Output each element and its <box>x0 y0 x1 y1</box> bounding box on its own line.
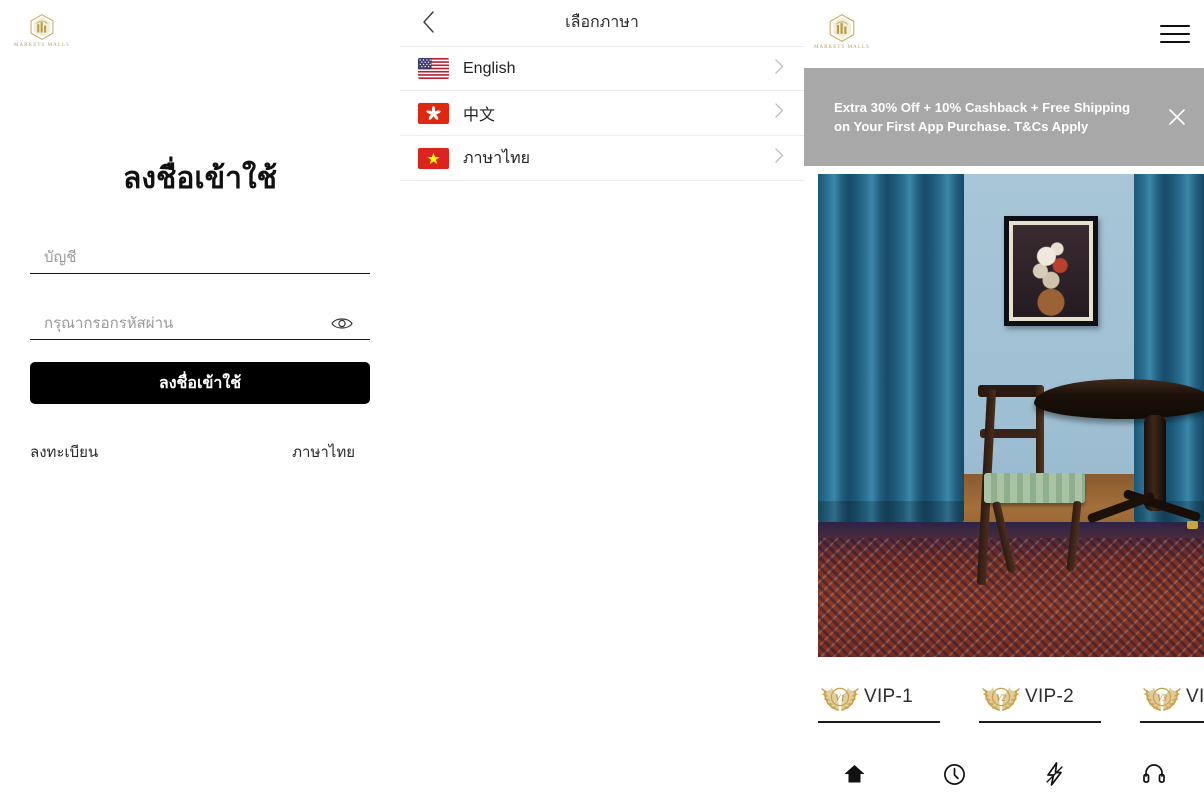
app-preview-panel: MARKETS MALLS Extra 30% Off + 10% Cashba… <box>804 0 1204 800</box>
account-input[interactable] <box>30 249 370 273</box>
login-links: ลงทะเบียน ภาษาไทย <box>30 440 355 464</box>
bottom-navigation-bar <box>804 748 1204 800</box>
close-icon <box>1169 109 1185 125</box>
laurel-wreath-badge-icon: V3 <box>1143 687 1181 711</box>
hero-framed-painting <box>1004 216 1098 326</box>
language-option-thai[interactable]: ภาษาไทย <box>400 136 804 181</box>
eye-icon <box>331 317 353 329</box>
language-option-chinese[interactable]: 中文 <box>400 91 804 136</box>
password-input[interactable] <box>30 315 370 339</box>
app-header: MARKETS MALLS <box>804 0 1204 68</box>
app-brand-logo: MARKETS MALLS <box>814 14 870 54</box>
vip-card-label: VIP-2 <box>1025 686 1075 707</box>
language-selection-panel: เลือกภาษา English 中文 ภาษาไทย <box>400 0 804 800</box>
lightning-bolt-icon <box>1045 762 1063 786</box>
hexagon-monogram-logo-icon <box>30 14 54 40</box>
us-flag-icon <box>418 58 449 79</box>
vip-badge-text: V3 <box>1157 693 1167 703</box>
hexagon-monogram-logo-icon <box>829 14 855 42</box>
hero-table <box>1034 379 1204 569</box>
login-page-title: ลงชื่อเข้าใช้ <box>122 162 278 195</box>
language-option-label: English <box>463 59 516 77</box>
chevron-right-icon <box>775 58 784 79</box>
nav-item-home[interactable] <box>828 754 880 794</box>
chevron-left-icon <box>422 11 434 33</box>
password-field-wrap <box>30 304 370 340</box>
home-icon <box>844 765 864 783</box>
toggle-password-visibility-button[interactable] <box>330 313 354 333</box>
language-panel-header: เลือกภาษา <box>400 0 804 46</box>
vip-card-rule <box>979 721 1101 723</box>
clock-icon <box>943 763 965 785</box>
login-panel: MARKETS MALLS ลงชื่อเข้าใช้ ลงชื่อเข้าใช… <box>0 0 400 800</box>
vip-card-rule <box>1140 721 1204 723</box>
language-option-label: ภาษาไทย <box>463 149 531 167</box>
hero-curtain-left <box>818 174 964 507</box>
vip-cards-strip: V1 VIP-1 V2 VIP-2 V3 VI <box>818 675 1204 728</box>
hongkong-flag-icon <box>418 102 449 124</box>
promo-close-button[interactable] <box>1162 102 1192 132</box>
chevron-right-icon <box>775 148 784 168</box>
sign-in-button[interactable]: ลงชื่อเข้าใช้ <box>30 362 370 404</box>
register-link[interactable]: ลงทะเบียน <box>30 440 98 464</box>
vip-card[interactable]: V3 VIP-3 <box>1140 675 1204 728</box>
hero-room-image[interactable] <box>818 174 1204 657</box>
nav-item-support[interactable] <box>1128 754 1180 794</box>
headset-icon <box>1143 764 1165 783</box>
language-option-english[interactable]: English <box>400 46 804 91</box>
language-link[interactable]: ภาษาไทย <box>292 440 355 464</box>
promo-banner: Extra 30% Off + 10% Cashback + Free Ship… <box>804 68 1204 166</box>
nav-item-flash-deals[interactable] <box>1028 754 1080 794</box>
vip-badge-text: V2 <box>996 693 1006 703</box>
nav-item-history[interactable] <box>928 754 980 794</box>
language-option-label: 中文 <box>463 107 496 124</box>
screen-root: MARKETS MALLS ลงชื่อเข้าใช้ ลงชื่อเข้าใช… <box>0 0 1204 800</box>
vip-card-label: VIP-3 <box>1186 686 1204 707</box>
laurel-wreath-badge-icon: V2 <box>982 687 1020 711</box>
laurel-wreath-badge-icon: V1 <box>821 687 859 711</box>
brand-wordmark: MARKETS MALLS <box>14 41 70 48</box>
vip-card[interactable]: V1 VIP-1 <box>818 675 966 728</box>
vietnam-flag-icon <box>418 147 449 169</box>
back-button[interactable] <box>414 8 442 36</box>
language-list: English 中文 ภาษาไทย <box>400 46 804 181</box>
hamburger-menu-icon[interactable] <box>1160 22 1190 46</box>
chevron-right-icon <box>775 103 784 123</box>
app-brand-wordmark: MARKETS MALLS <box>814 43 870 50</box>
vip-badge-text: V1 <box>835 693 845 703</box>
account-field-wrap <box>30 238 370 274</box>
vip-card-label: VIP-1 <box>864 686 914 707</box>
vip-card-rule <box>818 721 940 723</box>
promo-banner-text: Extra 30% Off + 10% Cashback + Free Ship… <box>834 99 1131 134</box>
vip-card[interactable]: V2 VIP-2 <box>979 675 1127 728</box>
language-panel-title: เลือกภาษา <box>565 14 639 31</box>
brand-logo: MARKETS MALLS <box>14 14 69 50</box>
